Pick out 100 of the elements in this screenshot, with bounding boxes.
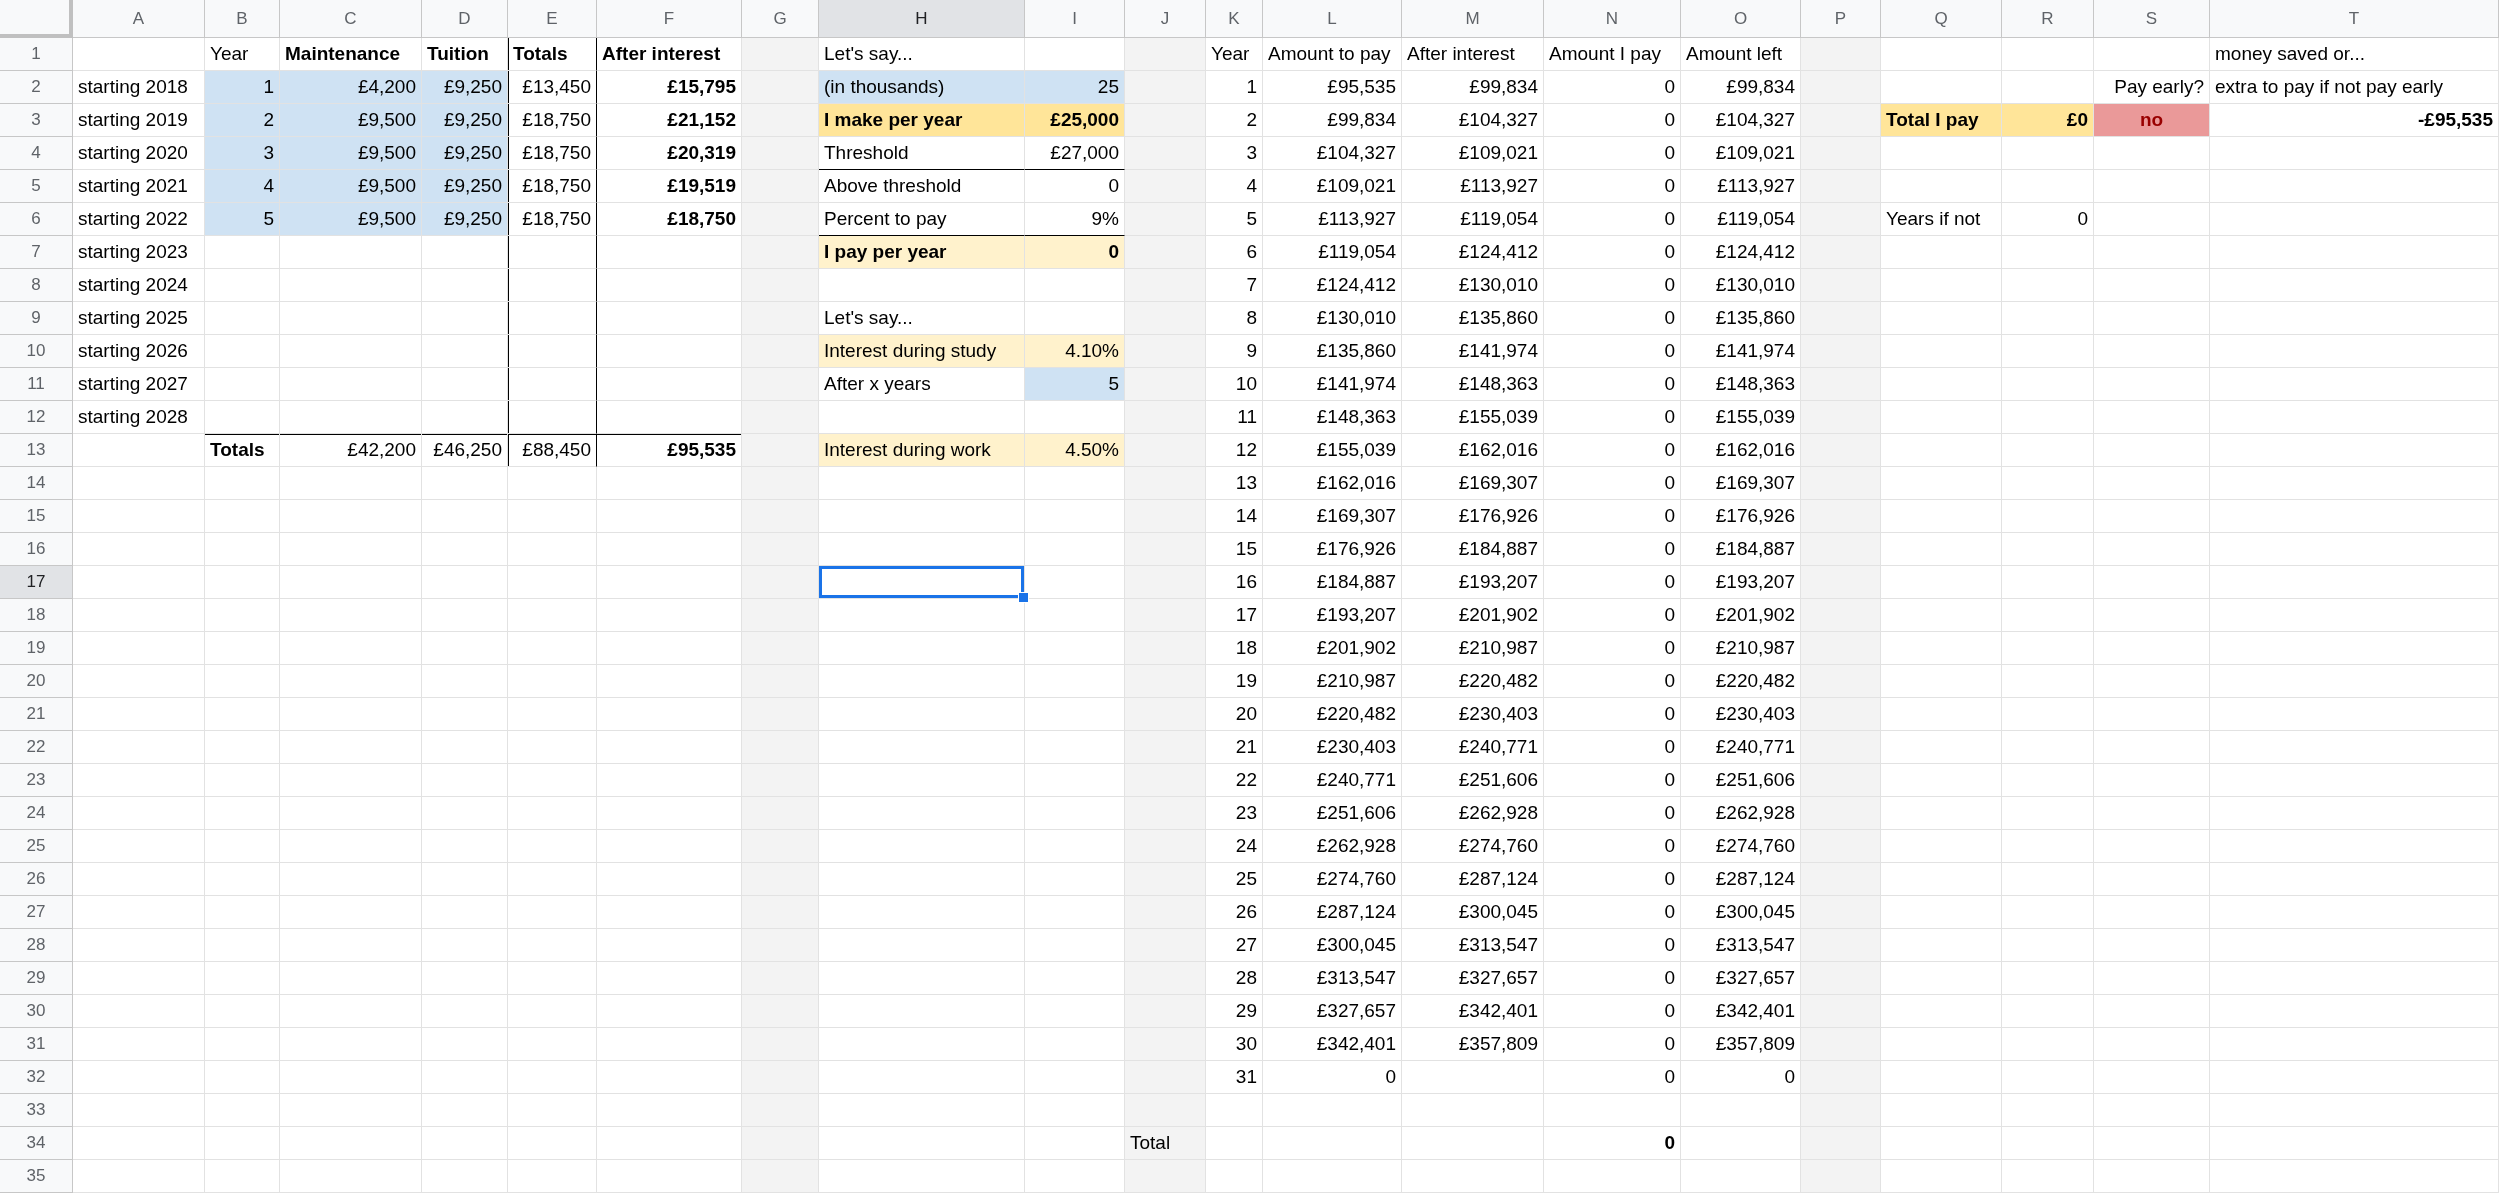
table-cell: 19 [1206,665,1263,698]
row-header[interactable]: 11 [0,368,73,401]
table-cell: £342,401 [1263,1028,1402,1061]
table-cell: £313,547 [1263,962,1402,995]
table-cell: Year [205,38,280,71]
row-header[interactable]: 22 [0,731,73,764]
table-cell: 0 [1544,401,1681,434]
column-header[interactable]: R [2002,0,2094,38]
table-cell: £300,045 [1681,896,1801,929]
column-header[interactable]: T [2210,0,2499,38]
row-header[interactable]: 28 [0,929,73,962]
row-header[interactable]: 9 [0,302,73,335]
table-cell: 0 [1681,1061,1801,1094]
row-header[interactable]: 17 [0,566,73,599]
row-header[interactable]: 2 [0,71,73,104]
row-header[interactable]: 15 [0,500,73,533]
table-cell: -£95,535 [2210,104,2499,137]
row-header[interactable]: 13 [0,434,73,467]
table-cell: £109,021 [1402,137,1544,170]
table-cell: 24 [1206,830,1263,863]
row-header[interactable]: 21 [0,698,73,731]
row-header[interactable]: 31 [0,1028,73,1061]
row-header[interactable]: 26 [0,863,73,896]
table-cell: £18,750 [508,104,597,137]
table-cell: £155,039 [1681,401,1801,434]
table-cell: £210,987 [1402,632,1544,665]
column-header[interactable]: P [1801,0,1881,38]
column-header[interactable]: A [73,0,205,38]
row-header[interactable]: 3 [0,104,73,137]
row-header[interactable]: 12 [0,401,73,434]
table-cell: £169,307 [1681,467,1801,500]
row-header[interactable]: 19 [0,632,73,665]
table-cell: starting 2023 [73,236,205,269]
column-header[interactable]: E [508,0,597,38]
table-cell: 0 [1544,236,1681,269]
table-cell: £313,547 [1402,929,1544,962]
column-header[interactable]: L [1263,0,1402,38]
table-cell: 28 [1206,962,1263,995]
table-cell: 13 [1206,467,1263,500]
table-cell: £9,250 [422,71,508,104]
table-cell: £176,926 [1681,500,1801,533]
row-header[interactable]: 23 [0,764,73,797]
table-cell: 31 [1206,1061,1263,1094]
row-header[interactable]: 25 [0,830,73,863]
column-header[interactable]: C [280,0,422,38]
row-header[interactable]: 4 [0,137,73,170]
row-header[interactable]: 10 [0,335,73,368]
row-header[interactable]: 33 [0,1094,73,1127]
row-header[interactable]: 34 [0,1127,73,1160]
column-header[interactable]: D [422,0,508,38]
row-header[interactable]: 35 [0,1160,73,1193]
row-header[interactable]: 32 [0,1061,73,1094]
table-cell: 0 [1025,236,1125,269]
table-cell: starting 2026 [73,335,205,368]
row-header[interactable]: 16 [0,533,73,566]
column-header[interactable]: G [742,0,819,38]
table-cell: 0 [1544,896,1681,929]
column-header[interactable]: Q [1881,0,2002,38]
fill-handle[interactable] [1018,592,1029,603]
table-cell: 12 [1206,434,1263,467]
column-header[interactable]: O [1681,0,1801,38]
row-header[interactable]: 29 [0,962,73,995]
table-cell: £42,200 [280,434,422,467]
table-cell: Totals [205,434,280,467]
row-header[interactable]: 20 [0,665,73,698]
table-cell: 0 [1544,599,1681,632]
row-header[interactable]: 30 [0,995,73,1028]
table-cell: £13,450 [508,71,597,104]
column-header[interactable]: F [597,0,742,38]
column-header[interactable]: N [1544,0,1681,38]
column-header[interactable]: H [819,0,1025,38]
row-header[interactable]: 7 [0,236,73,269]
column-header[interactable]: K [1206,0,1263,38]
column-header[interactable]: J [1125,0,1206,38]
table-cell: 0 [1544,335,1681,368]
table-cell: 30 [1206,1028,1263,1061]
table-cell: 29 [1206,995,1263,1028]
table-cell: 5 [1025,368,1125,401]
row-header[interactable]: 5 [0,170,73,203]
table-cell: £169,307 [1402,467,1544,500]
row-header[interactable]: 6 [0,203,73,236]
table-cell: £193,207 [1402,566,1544,599]
table-cell: £104,327 [1681,104,1801,137]
row-header[interactable]: 18 [0,599,73,632]
table-cell: 9 [1206,335,1263,368]
column-header[interactable]: B [205,0,280,38]
row-header[interactable]: 24 [0,797,73,830]
row-header[interactable]: 14 [0,467,73,500]
column-header[interactable]: M [1402,0,1544,38]
row-header[interactable]: 1 [0,38,73,71]
table-cell: £15,795 [597,71,742,104]
row-header[interactable]: 27 [0,896,73,929]
table-cell: £230,403 [1402,698,1544,731]
row-header[interactable]: 8 [0,269,73,302]
table-cell: 0 [1544,632,1681,665]
table-cell: 0 [1544,962,1681,995]
table-cell: 0 [1544,566,1681,599]
column-header[interactable]: I [1025,0,1125,38]
table-cell: £109,021 [1263,170,1402,203]
column-header[interactable]: S [2094,0,2210,38]
